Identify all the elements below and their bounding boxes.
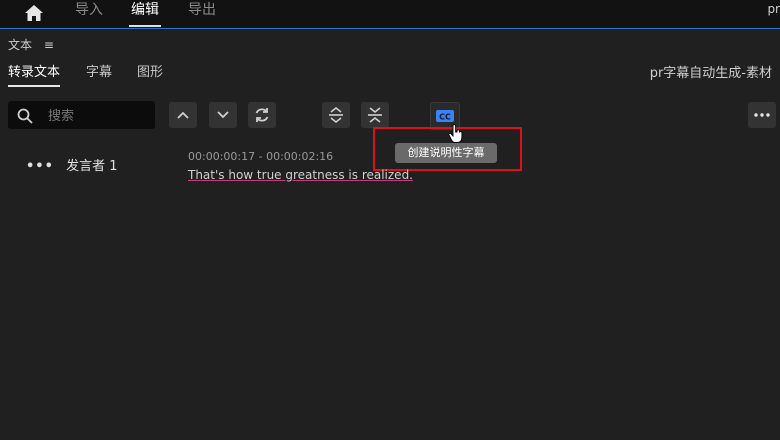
speaker-name: 发言者 1 — [66, 159, 118, 174]
speaker-label[interactable]: ••• 发言者 1 — [26, 155, 117, 174]
tab-edit[interactable]: 编辑 — [129, 0, 161, 28]
previous-button[interactable] — [169, 102, 197, 128]
workspace-bar: 导入 编辑 导出 pr — [0, 0, 780, 29]
next-button[interactable] — [209, 102, 237, 128]
chevron-down-icon — [217, 111, 229, 119]
more-icon — [754, 113, 770, 117]
panel-title: 文本 — [8, 38, 33, 52]
project-name-truncated: pr — [767, 2, 780, 16]
collapse-button[interactable] — [361, 102, 389, 128]
tooltip: 创建说明性字幕 — [395, 143, 497, 163]
collapse-icon — [368, 107, 382, 123]
panel-header: 文本 ≡ — [8, 36, 54, 53]
svg-text:CC: CC — [439, 113, 451, 122]
tab-export[interactable]: 导出 — [186, 0, 218, 28]
more-options-button[interactable] — [748, 102, 776, 128]
tab-graphics[interactable]: 图形 — [137, 61, 163, 85]
tab-captions[interactable]: 字幕 — [86, 61, 112, 85]
cc-icon: CC — [436, 110, 454, 122]
chevron-up-icon — [177, 111, 189, 119]
home-icon[interactable] — [24, 4, 44, 22]
speaker-menu-icon[interactable]: ••• — [26, 159, 54, 174]
search-field[interactable] — [8, 101, 155, 129]
hand-cursor-icon — [448, 124, 463, 143]
panel-menu-icon[interactable]: ≡ — [44, 38, 54, 52]
segment-timecode: 00:00:00:17 - 00:00:02:16 — [188, 150, 334, 163]
sequence-name: pr字幕自动生成-素材 — [649, 66, 772, 81]
transcript-text[interactable]: That's how true greatness is realized. — [188, 168, 413, 182]
expand-icon — [329, 106, 343, 124]
expand-button[interactable] — [322, 102, 350, 128]
tab-transcript[interactable]: 转录文本 — [8, 61, 61, 87]
refresh-icon — [255, 108, 269, 122]
refresh-button[interactable] — [248, 102, 276, 128]
tab-import[interactable]: 导入 — [73, 0, 105, 28]
search-icon — [17, 108, 33, 124]
search-input[interactable] — [46, 105, 150, 127]
